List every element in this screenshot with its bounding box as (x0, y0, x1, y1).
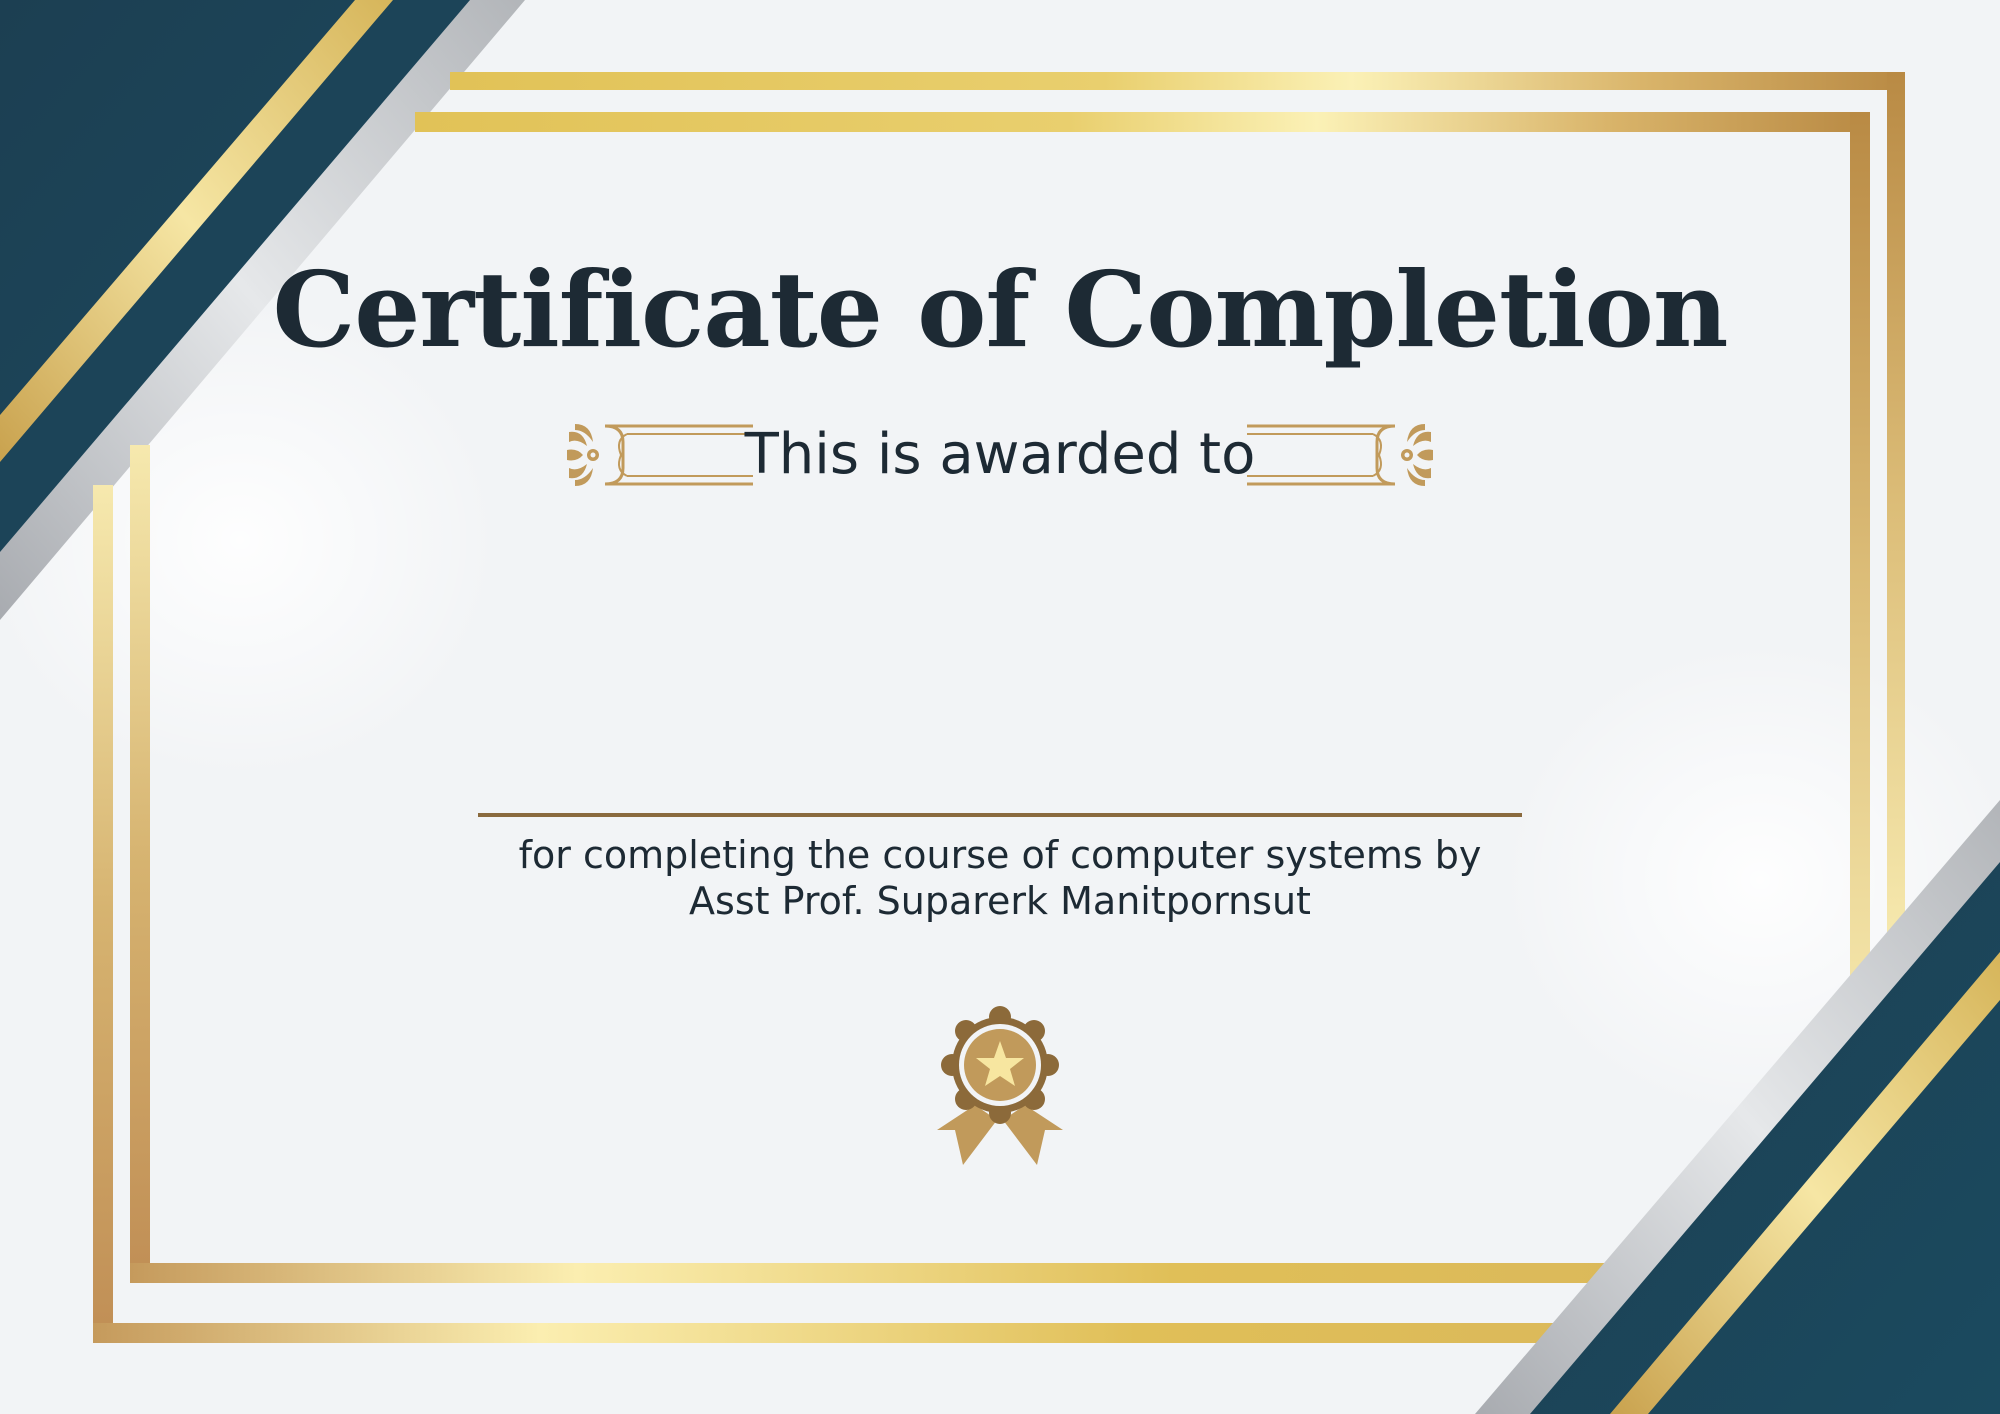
flourish-right-icon (1247, 424, 1433, 486)
award-seal-icon (937, 1006, 1063, 1165)
awarded-text: This is awarded to (744, 422, 1256, 487)
certificate-title: Certificate of Completion (272, 248, 1728, 371)
frame-top-inner (415, 112, 1870, 132)
background-decoration (0, 0, 2000, 1414)
frame-bottom-outer (93, 1323, 1583, 1343)
frame-right-outer (1887, 72, 1905, 942)
certificate-description: for completing the course of computer sy… (0, 832, 2000, 924)
frame-bottom-inner (130, 1263, 1620, 1283)
frame-top-outer (450, 72, 1905, 90)
description-line-1: for completing the course of computer sy… (518, 833, 1482, 877)
description-line-2: Asst Prof. Suparerk Manitpornsut (689, 879, 1311, 923)
recipient-name-line (478, 813, 1522, 817)
